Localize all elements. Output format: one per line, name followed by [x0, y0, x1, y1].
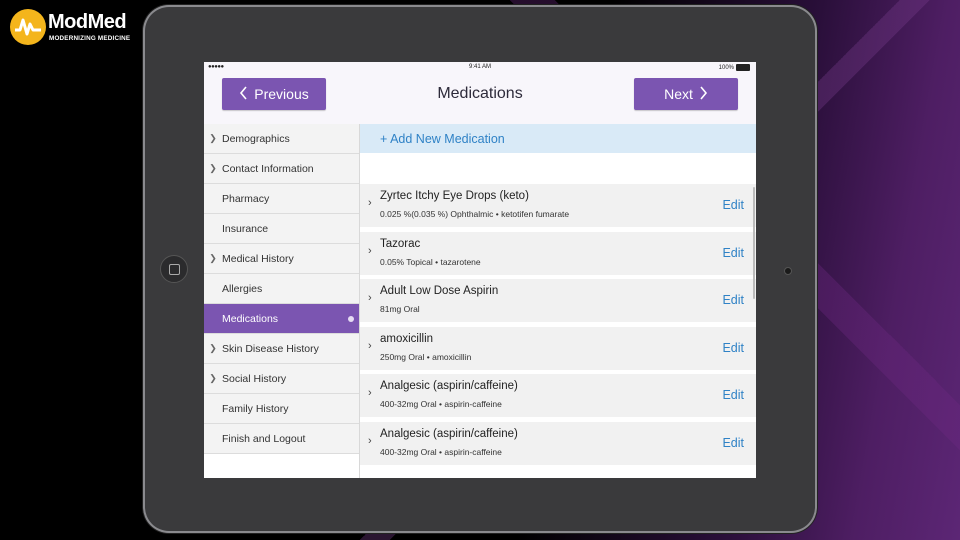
sidebar-item-label: Family History — [222, 402, 289, 415]
chevron-right-icon — [699, 85, 708, 103]
logo-name: ModMed — [48, 11, 127, 33]
chevron-right-icon: › — [368, 339, 372, 352]
sidebar-spacer — [204, 454, 359, 478]
battery-percent: 100% — [718, 64, 734, 71]
home-square-icon — [168, 263, 180, 275]
sidebar-item-contact-information[interactable]: ❯ Contact Information — [204, 154, 359, 184]
edit-button[interactable]: Edit — [722, 246, 744, 260]
chevron-right-icon: › — [368, 244, 372, 257]
chevron-right-icon: ❯ — [209, 163, 217, 173]
chevron-right-icon: ❯ — [209, 133, 217, 143]
sidebar-item-label: Social History — [222, 372, 287, 385]
sidebar-item-label: Allergies — [222, 282, 263, 295]
next-label: Next — [664, 86, 693, 102]
add-medication-button[interactable]: + Add New Medication — [360, 124, 756, 153]
medication-name: Zyrtec Itchy Eye Drops (keto) — [380, 190, 529, 202]
medication-name: amoxicillin — [380, 332, 434, 345]
edit-button[interactable]: Edit — [722, 293, 744, 307]
ipad-screen: ●●●●● 9:41 AM 100% Previous Medications … — [204, 62, 756, 478]
status-time: 9:41 AM — [468, 64, 491, 70]
edit-button[interactable]: Edit — [722, 198, 744, 212]
modmed-logo: ModMed MODERNIZING MEDICINE — [10, 9, 135, 49]
sidebar-item-label: Pharmacy — [222, 192, 270, 205]
camera-icon — [784, 267, 792, 275]
chevron-right-icon: › — [368, 197, 372, 209]
medication-detail: 400-32mg Oral • aspirin-caffeine — [380, 399, 502, 410]
list-item[interactable]: › Analgesic (aspirin/caffeine) 400-32mg … — [360, 421, 756, 465]
edit-button[interactable]: Edit — [722, 341, 744, 355]
list-item[interactable]: › Tazorac 0.05% Topical • tazarotene Edi… — [360, 231, 756, 275]
sidebar-item-label: Finish and Logout — [222, 432, 306, 445]
sidebar-item-medical-history[interactable]: ❯ Medical History — [204, 244, 359, 274]
sidebar-item-label: Skin Disease History — [222, 342, 319, 355]
list-item[interactable]: › amoxicillin 250mg Oral • amoxicillin E… — [360, 326, 756, 370]
list-item[interactable]: › Adult Low Dose Aspirin 81mg Oral Edit — [360, 279, 756, 323]
list-item[interactable]: › Zyrtec Itchy Eye Drops (keto) 0.025 %(… — [360, 184, 756, 227]
chevron-right-icon: ❯ — [209, 373, 217, 383]
chevron-right-icon: › — [368, 387, 372, 400]
sidebar-item-medications[interactable]: Medications — [204, 304, 359, 334]
medication-list: › Zyrtec Itchy Eye Drops (keto) 0.025 %(… — [360, 184, 756, 470]
medication-name: Analgesic (aspirin/caffeine) — [380, 380, 518, 393]
sidebar-item-label: Insurance — [222, 222, 269, 235]
sidebar-item-label: Medical History — [222, 252, 294, 265]
chevron-right-icon: › — [368, 434, 372, 447]
chevron-right-icon: ❯ — [209, 343, 217, 353]
list-item[interactable]: › Analgesic (aspirin/caffeine) 400-32mg … — [360, 374, 756, 418]
scrollbar[interactable] — [753, 187, 755, 299]
sidebar-item-demographics[interactable]: ❯ Demographics — [204, 124, 359, 154]
chevron-right-icon: › — [368, 292, 372, 305]
medication-name: Adult Low Dose Aspirin — [380, 285, 499, 298]
logo-m-icon — [10, 9, 46, 45]
sidebar-item-pharmacy[interactable]: Pharmacy — [204, 184, 359, 214]
medication-detail: 81mg Oral — [380, 304, 420, 315]
sidebar-item-label: Medications — [222, 312, 279, 325]
medication-detail: 250mg Oral • amoxicillin — [380, 351, 472, 362]
medication-detail: 0.05% Topical • tazarotene — [380, 256, 481, 267]
sidebar-item-social-history[interactable]: ❯ Social History — [204, 364, 359, 394]
edit-button[interactable]: Edit — [722, 436, 744, 450]
medication-detail: 400-32mg Oral • aspirin-caffeine — [380, 446, 502, 457]
medications-panel: + Add New Medication › Zyrtec Itchy Eye … — [360, 124, 756, 478]
chevron-right-icon: ❯ — [209, 253, 217, 263]
sidebar-item-finish-and-logout[interactable]: Finish and Logout — [204, 424, 359, 454]
status-bar: ●●●●● 9:41 AM 100% — [204, 62, 756, 74]
sidebar-item-insurance[interactable]: Insurance — [204, 214, 359, 244]
sidebar-item-label: Demographics — [222, 132, 290, 145]
active-indicator-dot — [348, 315, 354, 322]
home-button[interactable] — [160, 255, 188, 283]
sidebar-item-skin-disease-history[interactable]: ❯ Skin Disease History — [204, 334, 359, 364]
medication-name: Analgesic (aspirin/caffeine) — [380, 427, 518, 440]
sidebar: ❯ Demographics ❯ Contact Information Pha… — [204, 124, 360, 478]
edit-button[interactable]: Edit — [722, 388, 744, 402]
battery-icon — [736, 64, 750, 71]
battery-status: 100% — [719, 64, 750, 71]
sidebar-item-label: Contact Information — [222, 162, 314, 175]
next-button[interactable]: Next — [634, 78, 738, 110]
medication-detail: 0.025 %(0.035 %) Ophthalmic • ketotifen … — [380, 209, 570, 219]
nav-bar: Previous Medications Next — [204, 74, 756, 124]
sidebar-item-allergies[interactable]: Allergies — [204, 274, 359, 304]
medication-name: Tazorac — [380, 237, 421, 250]
sidebar-item-family-history[interactable]: Family History — [204, 394, 359, 424]
logo-tagline: MODERNIZING MEDICINE — [49, 35, 131, 42]
